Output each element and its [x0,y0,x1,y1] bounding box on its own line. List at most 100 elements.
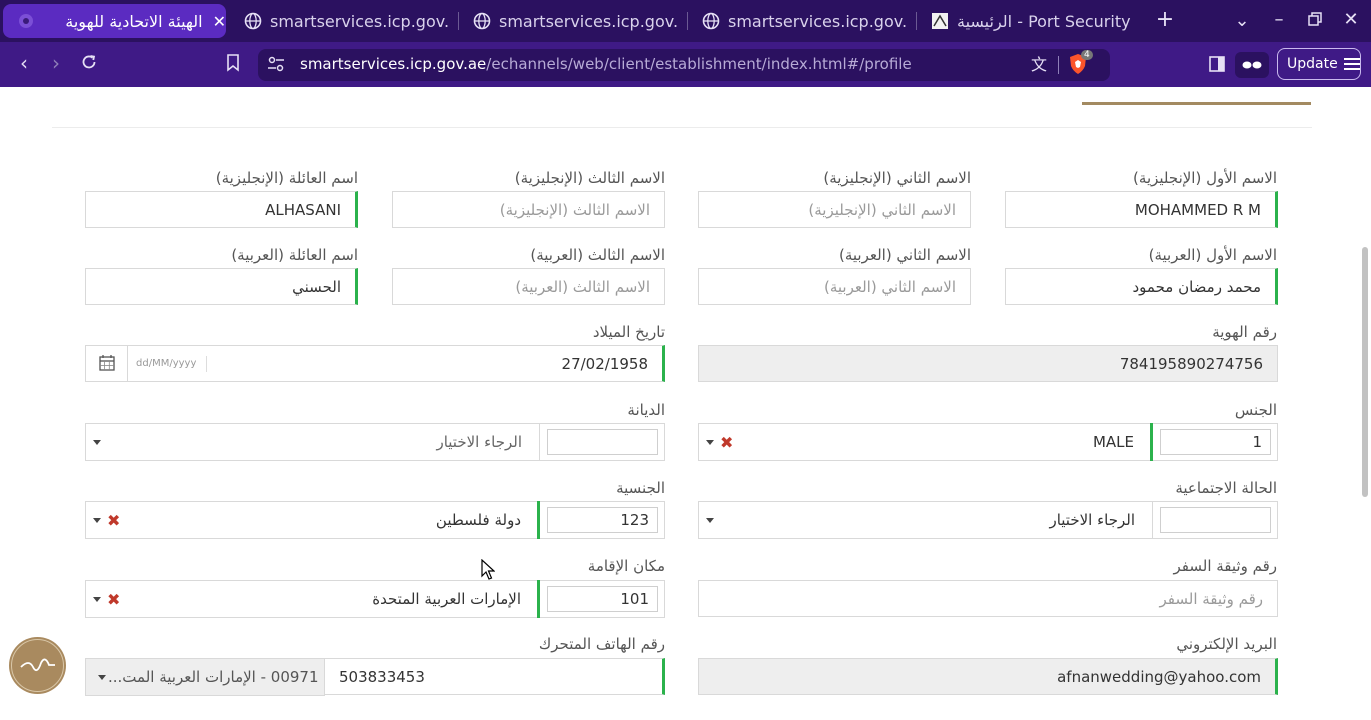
first-name-en-value: MOHAMMED R M [1134,201,1261,219]
mobile-number-value: 503833453 [339,668,425,686]
tab-port-security[interactable]: Port Security - الرئيسية [931,4,1136,38]
nationality-label: الجنسية [616,479,665,497]
nationality-combo[interactable]: 123 دولة فلسطين ✖ [85,501,665,539]
religion-code-input[interactable] [547,429,658,455]
back-arrow-icon[interactable]: ‹ [14,53,34,73]
tab-close-icon[interactable]: ✕ [213,12,226,31]
residence-label: مكان الإقامة [587,557,665,575]
private-window-glasses-icon[interactable] [1235,52,1269,78]
family-name-ar-label: اسم العائلة (العربية) [231,246,358,264]
country-dropdown-caret-icon [98,675,106,680]
restore-window-icon[interactable] [1305,11,1325,31]
close-window-icon[interactable]: ✕ [1341,10,1361,30]
chat-assistant-logo-icon[interactable] [9,637,66,694]
nationality-value: دولة فلسطين [435,511,521,529]
tab-smartservices-2[interactable]: smartservices.icp.gov.ae [473,4,678,38]
tab-title: smartservices.icp.gov.ae [270,11,449,31]
first-name-en-label: الاسم الأول (الإنجليزية) [1133,169,1277,187]
religion-dropdown-caret-icon[interactable] [93,440,101,445]
third-name-ar-placeholder: الاسم الثالث (العربية) [515,278,650,296]
second-name-ar-label: الاسم الثاني (العربية) [838,246,971,264]
religion-combo[interactable]: الرجاء الاختيار [85,423,665,461]
family-name-ar-value: الحسني [292,278,341,296]
tab-title: Port Security - الرئيسية [957,11,1131,31]
globe-icon [244,12,262,30]
marital-status-dropdown-caret-icon[interactable] [706,518,714,523]
travel-doc-field[interactable]: رقم وثيقة السفر [698,580,1278,617]
marital-status-label: الحالة الاجتماعية [1175,479,1277,497]
family-name-en-field[interactable]: ALHASANI [85,191,358,228]
family-name-ar-field[interactable]: الحسني [85,268,358,305]
gender-code-input[interactable]: 1 [1160,429,1271,455]
id-number-label: رقم الهوية [1212,323,1277,341]
tab-smartservices-1[interactable]: smartservices.icp.gov.ae [244,4,449,38]
minimize-window-icon[interactable]: – [1269,10,1289,30]
residence-combo[interactable]: 101 الإمارات العربية المتحدة ✖ [85,580,665,618]
tab-smartservices-3[interactable]: smartservices.icp.gov.ae [702,4,907,38]
reload-icon[interactable] [79,53,99,76]
icp-favicon-icon [17,12,35,30]
third-name-ar-label: الاسم الثالث (العربية) [530,246,665,264]
first-name-en-field[interactable]: MOHAMMED R M [1005,191,1278,228]
clear-gender-x-icon[interactable]: ✖ [720,433,733,452]
email-value: afnanwedding@yahoo.com [1057,668,1261,686]
field-separator [1152,501,1153,539]
gender-dropdown-caret-icon[interactable] [706,440,714,445]
toolbar-divider [1058,56,1059,74]
clear-nationality-x-icon[interactable]: ✖ [107,511,120,530]
url-path: /echannels/web/client/establishment/inde… [486,55,912,73]
residence-dropdown-caret-icon[interactable] [93,597,101,602]
mobile-country-select[interactable]: 00971 - الإمارات العربية المت... [85,658,325,696]
marital-status-code-input[interactable] [1160,507,1271,533]
tab-title: smartservices.icp.gov.ae [728,11,907,31]
bookmark-icon[interactable] [223,54,243,77]
third-name-en-placeholder: الاسم الثالث (الإنجليزية) [499,201,650,219]
globe-icon [473,12,491,30]
gender-label: الجنس [1234,401,1277,419]
calendar-button[interactable] [86,346,128,381]
residence-code-input[interactable]: 101 [547,586,658,612]
new-tab-plus-icon[interactable]: + [1155,9,1175,31]
sidebar-toggle-icon[interactable] [1207,56,1227,77]
third-name-en-field[interactable]: الاسم الثالث (الإنجليزية) [392,191,665,228]
second-name-ar-field[interactable]: الاسم الثاني (العربية) [698,268,971,305]
second-name-en-field[interactable]: الاسم الثاني (الإنجليزية) [698,191,971,228]
page-scrollbar[interactable] [1362,247,1368,497]
second-name-en-label: الاسم الثاني (الإنجليزية) [823,169,971,187]
mobile-number-field[interactable]: 503833453 [324,658,665,695]
birth-date-field[interactable]: dd/MM/yyyy 27/02/1958 [85,345,665,382]
third-name-ar-field[interactable]: الاسم الثالث (العربية) [392,268,665,305]
forward-arrow-icon[interactable]: › [46,53,66,73]
calendar-icon [99,355,115,371]
first-name-ar-label: الاسم الأول (العربية) [1148,246,1277,264]
id-number-value: 784195890274756 [1119,355,1263,373]
first-name-ar-value: محمد رمضان محمود [1132,278,1262,296]
nationality-dropdown-caret-icon[interactable] [93,518,101,523]
first-name-ar-field[interactable]: محمد رمضان محمود [1005,268,1278,305]
browser-tab-bar: الهيئة الاتحادية للهوية ✕ smartservices.… [0,0,1371,42]
tab-list-chevron-down-icon[interactable]: ⌄ [1232,11,1252,31]
tab-separator [687,12,688,30]
tab-icp-identity[interactable]: الهيئة الاتحادية للهوية ✕ [3,4,226,38]
marital-status-combo[interactable]: الرجاء الاختيار [698,501,1278,539]
translate-icon[interactable]: 文 [1029,55,1049,75]
travel-doc-label: رقم وثيقة السفر [1173,557,1278,575]
url-text[interactable]: smartservices.icp.gov.ae/echannels/web/c… [300,55,912,73]
religion-placeholder: الرجاء الاختيار [436,433,522,451]
date-format-hint: dd/MM/yyyy [136,358,197,369]
port-security-favicon-icon [931,12,949,30]
clear-residence-x-icon[interactable]: ✖ [107,590,120,609]
tab-separator [916,12,917,30]
update-button[interactable]: Update [1277,48,1361,80]
nationality-code-input[interactable]: 123 [547,507,658,533]
site-settings-icon[interactable] [266,56,286,77]
family-name-en-value: ALHASANI [265,201,341,219]
tab-title: smartservices.icp.gov.ae [499,11,678,31]
marital-status-placeholder: الرجاء الاختيار [1049,511,1135,529]
gender-combo[interactable]: 1 MALE ✖ [698,423,1278,461]
brave-shields-icon[interactable]: 4 [1068,50,1093,77]
section-divider [52,127,1312,128]
travel-doc-placeholder: رقم وثيقة السفر [1159,590,1264,608]
date-format-divider [206,356,207,372]
third-name-en-label: الاسم الثالث (الإنجليزية) [514,169,665,187]
